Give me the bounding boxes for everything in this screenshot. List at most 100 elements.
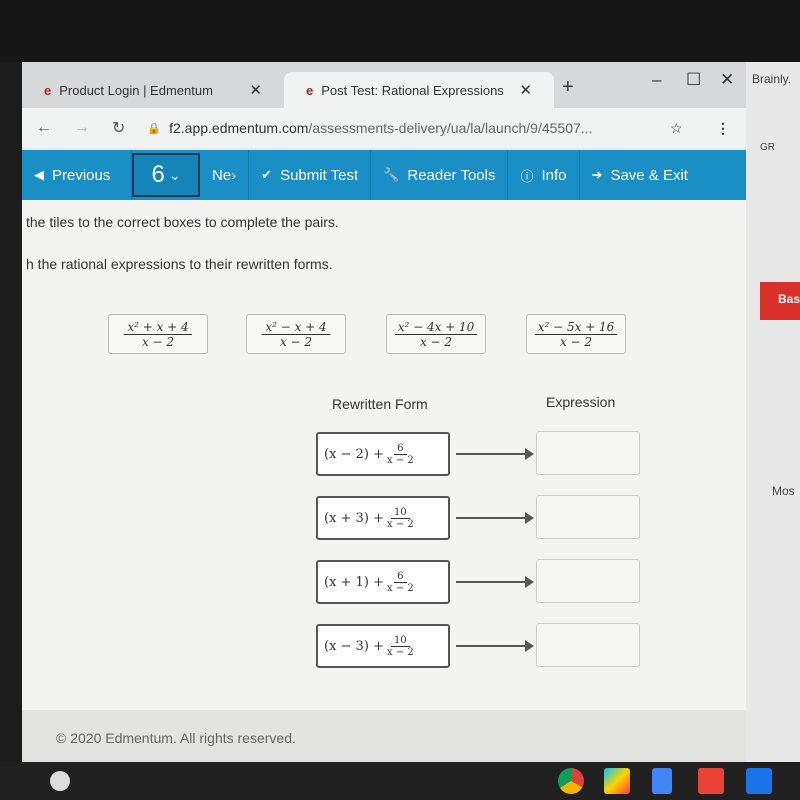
menu-icon[interactable]: ⋮: [716, 120, 730, 137]
rewritten-form: (x − 2) + 6 x − 2: [316, 432, 450, 476]
instruction-drag: the tiles to the correct boxes to comple…: [26, 214, 339, 230]
next-button[interactable]: Ne›: [200, 150, 250, 200]
edmentum-icon: e: [306, 82, 314, 98]
close-icon[interactable]: ✕: [519, 81, 532, 99]
back-icon[interactable]: ←: [36, 119, 52, 137]
submit-test-button[interactable]: ✔ Submit Test: [249, 150, 372, 200]
info-icon: ⓘ: [520, 168, 534, 184]
save-exit-button[interactable]: ➜ Save & Exit: [580, 150, 700, 200]
next-label: Ne›: [212, 166, 237, 184]
reload-icon[interactable]: ↻: [112, 118, 125, 138]
tab-label: Post Test: Rational Expressions: [321, 82, 504, 98]
previous-icon: ◀: [34, 167, 44, 182]
side-browser-window: Brainly. GR Bas Mos: [746, 62, 800, 762]
rewritten-form: (x − 3) + 10 x − 2: [316, 624, 450, 668]
rewritten-numerator: 10: [390, 507, 410, 519]
previous-label: Previous: [52, 166, 111, 184]
taskbar: [0, 762, 800, 800]
screen-bezel: [0, 0, 800, 62]
tile-denominator: x − 2: [141, 334, 175, 349]
drop-box[interactable]: [536, 495, 640, 539]
instruction-match: h the rational expressions to their rewr…: [26, 256, 333, 272]
url-path: /assessments-delivery/ua/la/launch/9/455…: [308, 120, 593, 136]
minimize-icon[interactable]: –: [652, 70, 661, 90]
tab-bar: e Product Login | Edmentum ✕ e Post Test…: [22, 62, 746, 108]
exit-icon: ➜: [591, 167, 603, 182]
submit-label: Submit Test: [280, 166, 359, 184]
question-select[interactable]: 6 ⌄: [132, 153, 200, 197]
address-bar: ← → ↻ 🔒 f2.app.edmentum.com/assessments-…: [22, 108, 746, 148]
rewritten-denominator: x − 2: [386, 454, 414, 466]
chevron-down-icon: ⌄: [168, 166, 181, 183]
close-icon[interactable]: ✕: [249, 81, 262, 99]
docs-icon[interactable]: [652, 768, 672, 794]
rewritten-lead: (x + 1) +: [324, 574, 384, 590]
footer: © 2020 Edmentum. All rights reserved.: [22, 710, 746, 762]
tile-denominator: x − 2: [419, 334, 453, 349]
chrome-icon[interactable]: [558, 768, 584, 794]
tile-numerator: x² − 4x + 10: [394, 320, 478, 335]
rewritten-form: (x + 3) + 10 x − 2: [316, 496, 450, 540]
tile-numerator: x² − 5x + 16: [534, 320, 618, 335]
rewritten-denominator: x − 2: [386, 582, 414, 594]
arrow-icon: [456, 512, 534, 524]
rewritten-numerator: 10: [390, 635, 410, 647]
expression-tile[interactable]: x² − 4x + 10 x − 2: [386, 314, 486, 354]
url-field[interactable]: f2.app.edmentum.com/assessments-delivery…: [169, 120, 592, 136]
browser-window: e Product Login | Edmentum ✕ e Post Test…: [22, 62, 746, 762]
expression-tile[interactable]: x² − x + 4x − 2: [246, 314, 346, 354]
save-exit-label: Save & Exit: [610, 166, 688, 184]
drop-box[interactable]: [536, 559, 640, 603]
edmentum-icon: e: [44, 82, 52, 98]
arrow-icon: [456, 448, 534, 460]
tab-product-login[interactable]: e Product Login | Edmentum ✕: [22, 72, 284, 108]
question-number: 6: [151, 161, 165, 188]
rewritten-numerator: 6: [394, 443, 407, 455]
play-store-icon[interactable]: [604, 768, 630, 794]
tab-post-test[interactable]: e Post Test: Rational Expressions ✕: [284, 72, 554, 108]
rewritten-lead: (x + 3) +: [324, 510, 384, 526]
rewritten-numerator: 6: [394, 571, 407, 583]
rewritten-lead: (x − 2) +: [324, 446, 384, 462]
copyright: © 2020 Edmentum. All rights reserved.: [56, 730, 296, 746]
side-text: Mos: [772, 484, 795, 498]
new-tab-icon[interactable]: +: [562, 76, 574, 99]
forward-icon[interactable]: →: [74, 119, 90, 137]
previous-button[interactable]: ◀ Previous: [22, 150, 132, 200]
rewritten-form-header: Rewritten Form: [332, 396, 428, 412]
reader-tools-button[interactable]: 🔧 Reader Tools: [371, 150, 509, 200]
expression-tile[interactable]: x² − 5x + 16 x − 2: [526, 314, 626, 354]
side-tab-label[interactable]: Brainly.: [752, 72, 791, 86]
tile-numerator: x² − x + 4: [262, 320, 330, 335]
question-page: the tiles to the correct boxes to comple…: [22, 200, 746, 762]
screen-bezel-left: [0, 62, 22, 762]
tile-denominator: x − 2: [279, 334, 313, 349]
rewritten-denominator: x − 2: [386, 518, 414, 530]
rewritten-denominator: x − 2: [386, 646, 414, 658]
side-button-label: Bas: [778, 292, 800, 306]
reader-tools-label: Reader Tools: [407, 166, 496, 184]
wrench-icon: 🔧: [383, 167, 400, 182]
drop-box[interactable]: [536, 431, 640, 475]
rewritten-form: (x + 1) + 6 x − 2: [316, 560, 450, 604]
test-toolbar: ◀ Previous 6 ⌄ Ne› ✔ Submit Test 🔧 Reader To…: [22, 150, 746, 200]
lock-icon: 🔒: [147, 122, 162, 135]
tile-numerator: x² + x + 4: [124, 320, 192, 335]
info-button[interactable]: ⓘ Info: [508, 150, 580, 200]
app-icon[interactable]: [746, 768, 772, 794]
tab-label: Product Login | Edmentum: [59, 82, 213, 98]
maximize-icon[interactable]: ☐: [686, 70, 701, 90]
drop-box[interactable]: [536, 623, 640, 667]
launcher-icon[interactable]: [50, 771, 70, 791]
expression-header: Expression: [546, 394, 616, 410]
star-icon[interactable]: ☆: [670, 120, 683, 137]
gmail-icon[interactable]: [698, 768, 724, 794]
expression-tile[interactable]: x² + x + 4x − 2: [108, 314, 208, 354]
url-host: f2.app.edmentum.com: [169, 120, 309, 136]
check-circle-icon: ✔: [261, 167, 273, 182]
window-close-icon[interactable]: ✕: [720, 70, 734, 90]
side-red-button[interactable]: Bas: [760, 282, 800, 320]
info-label: Info: [541, 166, 567, 184]
side-gr-label: GR: [760, 142, 775, 153]
rewritten-lead: (x − 3) +: [324, 638, 384, 654]
